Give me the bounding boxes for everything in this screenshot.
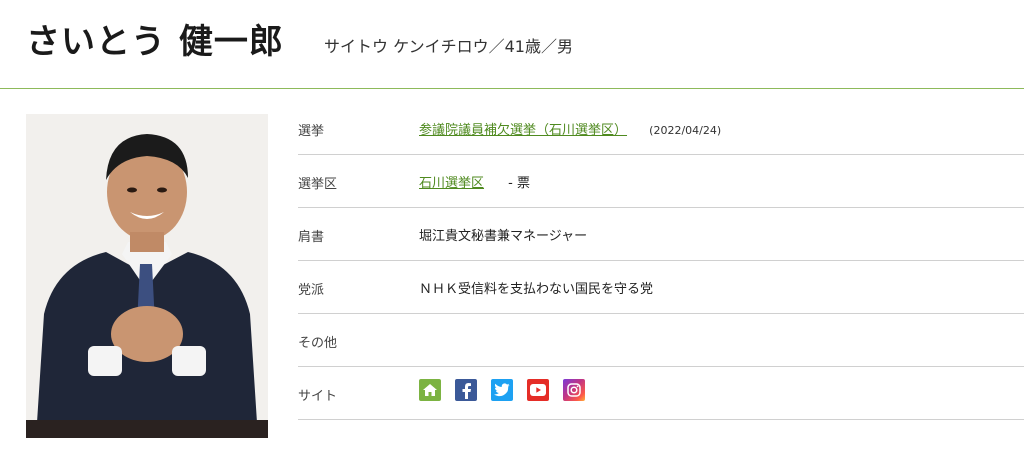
district-value: 石川選挙区 - 票 [419, 172, 530, 191]
title-label: 肩書 [298, 230, 325, 245]
candidate-kana-age-sex: サイトウ ケンイチロウ／41歳／男 [324, 37, 573, 56]
site-label: サイト [298, 389, 338, 404]
row-other: その他 [298, 314, 1024, 367]
candidate-name: さいとう 健一郎 [26, 22, 284, 62]
vote-count: - 票 [508, 176, 530, 191]
other-label: その他 [298, 336, 338, 351]
youtube-icon[interactable] [527, 379, 549, 401]
facebook-icon[interactable] [455, 379, 477, 401]
election-value: 参議院議員補欠選挙（石川選挙区） (2022/04/24) [419, 119, 721, 138]
election-link[interactable]: 参議院議員補欠選挙（石川選挙区） [419, 123, 627, 138]
row-title: 肩書 堀江貴文秘書兼マネージャー [298, 208, 1024, 261]
candidate-photo [26, 114, 268, 438]
district-link[interactable]: 石川選挙区 [419, 176, 484, 191]
candidate-portrait-image [26, 114, 268, 438]
row-election: 選挙 参議院議員補欠選挙（石川選挙区） (2022/04/24) [298, 102, 1024, 155]
profile-table: 選挙 参議院議員補欠選挙（石川選挙区） (2022/04/24) 選挙区 石川選… [298, 102, 1024, 420]
site-icons [419, 379, 585, 401]
twitter-icon[interactable] [491, 379, 513, 401]
election-date: (2022/04/24) [649, 124, 722, 137]
party-label: 党派 [298, 283, 325, 298]
row-party: 党派 ＮＨＫ受信料を支払わない国民を守る党 [298, 261, 1024, 314]
profile-header: さいとう 健一郎 サイトウ ケンイチロウ／41歳／男 [0, 0, 1024, 89]
home-icon[interactable] [419, 379, 441, 401]
party-value: ＮＨＫ受信料を支払わない国民を守る党 [419, 282, 654, 297]
row-site: サイト [298, 367, 1024, 420]
instagram-icon[interactable] [563, 379, 585, 401]
row-district: 選挙区 石川選挙区 - 票 [298, 155, 1024, 208]
district-label: 選挙区 [298, 177, 338, 192]
title-value: 堀江貴文秘書兼マネージャー [419, 229, 588, 244]
election-label: 選挙 [298, 124, 325, 139]
